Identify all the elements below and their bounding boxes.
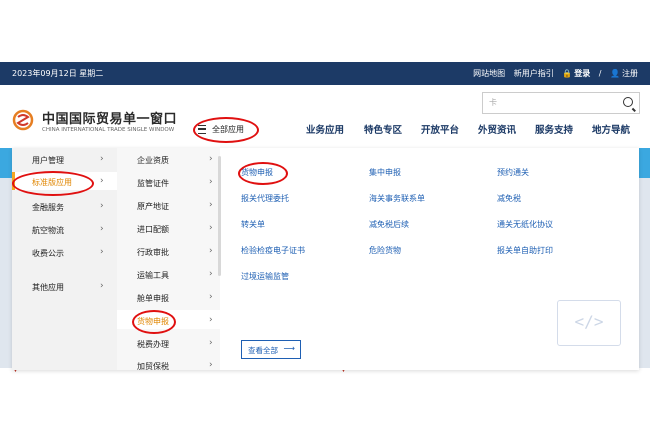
chevron-right-icon: › [209, 223, 213, 233]
link-transit-transport-supervision[interactable]: 过境运输监管 [241, 271, 289, 282]
nav-trade-news[interactable]: 外贸资讯 [478, 122, 516, 136]
chevron-right-icon: › [100, 201, 104, 211]
sub-regulatory-certificates[interactable]: 监管证件 [137, 178, 169, 189]
link-customs-affairs-contact[interactable]: 海关事务联系单 [369, 193, 425, 204]
link-paperless-agreement[interactable]: 通关无纸化协议 [497, 219, 553, 230]
link-self-service-print[interactable]: 报关单自助打印 [497, 245, 553, 256]
category-air-logistics[interactable]: 航空物流 [32, 225, 64, 236]
user-icon: 👤 [610, 69, 620, 78]
sub-enterprise-qualification[interactable]: 企业资质 [137, 155, 169, 166]
link-customs-agency-entrustment[interactable]: 报关代理委托 [241, 193, 289, 204]
menu-icon [198, 125, 206, 134]
submenu-scrollbar[interactable] [218, 156, 221, 276]
login-link[interactable]: 登录 [574, 69, 590, 78]
current-date: 2023年09月12日 星期二 [12, 69, 104, 78]
sub-transport-vehicles[interactable]: 运输工具 [137, 270, 169, 281]
chevron-right-icon: › [209, 246, 213, 256]
nav-service-support[interactable]: 服务支持 [535, 122, 573, 136]
register-link[interactable]: 注册 [622, 69, 638, 78]
sub-processing-bonded[interactable]: 加贸保税 [137, 361, 169, 372]
chevron-right-icon: › [209, 315, 213, 325]
link-centralized-declaration[interactable]: 集中申报 [369, 167, 401, 178]
category-financial-services[interactable]: 金融服务 [32, 202, 64, 213]
view-all-button[interactable]: 查看全部 ⟶ [241, 340, 301, 359]
logo-icon [12, 109, 34, 131]
search-input[interactable]: 卡 [489, 97, 497, 108]
search-box[interactable]: 卡 [482, 92, 640, 114]
lock-icon: 🔒 [562, 69, 573, 78]
separator: / [598, 69, 602, 78]
chevron-right-icon: › [209, 177, 213, 187]
arrow-right-icon: ⟶ [283, 344, 295, 353]
code-icon: </> [557, 300, 621, 346]
category-other-apps[interactable]: 其他应用 [32, 282, 64, 293]
sub-import-quota[interactable]: 进口配额 [137, 224, 169, 235]
menu-subcategory-column: 企业资质 › 监管证件 › 原产地证 › 进口配额 › 行政审批 › 运输工具 … [117, 148, 220, 372]
new-user-guide-link[interactable]: 新用户指引 [514, 69, 554, 78]
chevron-right-icon: › [209, 269, 213, 279]
all-apps-dropdown: 用户管理 › 标准版应用 › 金融服务 › 航空物流 › 收费公示 › 其他应用… [12, 148, 639, 372]
sub-certificate-of-origin[interactable]: 原产地证 [137, 201, 169, 212]
site-header: 中国国际贸易单一窗口 CHINA INTERNATIONAL TRADE SIN… [0, 85, 650, 148]
sub-manifest-declaration[interactable]: 舱单申报 [137, 293, 169, 304]
search-icon[interactable] [623, 97, 633, 107]
chevron-right-icon: › [209, 292, 213, 302]
chevron-right-icon: › [100, 247, 104, 257]
sub-tax-payment[interactable]: 税费办理 [137, 339, 169, 350]
view-all-label: 查看全部 [248, 346, 278, 355]
category-standard-apps[interactable]: 标准版应用 [32, 177, 72, 188]
logo-title: 中国国际贸易单一窗口 [42, 112, 178, 127]
nav-business-apps[interactable]: 业务应用 [306, 122, 344, 136]
all-apps-button[interactable]: 全部应用 [190, 118, 256, 140]
sub-goods-declaration[interactable]: 货物申报 [137, 316, 169, 327]
chevron-right-icon: › [100, 154, 104, 164]
link-inspection-e-certificate[interactable]: 检验检疫电子证书 [241, 245, 305, 256]
logo-subtitle: CHINA INTERNATIONAL TRADE SINGLE WINDOW [42, 127, 175, 133]
chevron-right-icon: › [209, 200, 213, 210]
active-category-indicator [12, 172, 15, 190]
site-map-link[interactable]: 网站地图 [473, 69, 505, 78]
link-appointment-clearance[interactable]: 预约通关 [497, 167, 529, 178]
link-tax-reduction[interactable]: 减免税 [497, 193, 521, 204]
chevron-right-icon: › [209, 338, 213, 348]
chevron-right-icon: › [100, 281, 104, 291]
nav-open-platform[interactable]: 开放平台 [421, 122, 459, 136]
link-tax-reduction-followup[interactable]: 减免税后续 [369, 219, 409, 230]
chevron-right-icon: › [209, 154, 213, 164]
sub-administrative-approval[interactable]: 行政审批 [137, 247, 169, 258]
chevron-right-icon: › [100, 224, 104, 234]
link-dangerous-goods[interactable]: 危险货物 [369, 245, 401, 256]
link-transit-declaration[interactable]: 转关单 [241, 219, 265, 230]
chevron-right-icon: › [209, 360, 213, 370]
category-user-management[interactable]: 用户管理 [32, 155, 64, 166]
chevron-right-icon: › [100, 176, 104, 186]
top-bar: 2023年09月12日 星期二 网站地图 新用户指引 🔒 登录 / 👤 注册 [0, 62, 650, 85]
link-goods-declaration[interactable]: 货物申报 [241, 167, 273, 178]
category-fee-disclosure[interactable]: 收费公示 [32, 248, 64, 259]
nav-local-navigation[interactable]: 地方导航 [592, 122, 630, 136]
all-apps-label: 全部应用 [212, 125, 244, 134]
menu-category-column: 用户管理 › 标准版应用 › 金融服务 › 航空物流 › 收费公示 › 其他应用… [12, 148, 117, 370]
nav-featured-zone[interactable]: 特色专区 [364, 122, 402, 136]
top-links: 网站地图 新用户指引 🔒 登录 / 👤 注册 [467, 68, 638, 79]
